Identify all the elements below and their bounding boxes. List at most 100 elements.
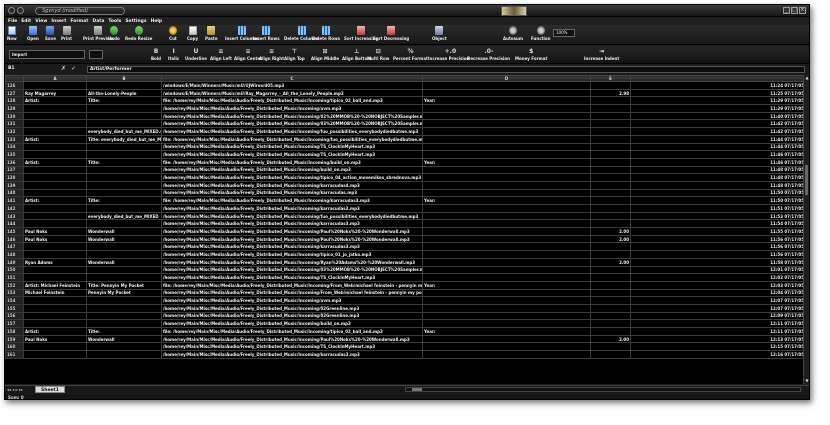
cell[interactable]: Artist: — [23, 327, 87, 336]
cell[interactable]: 2.00 — [590, 227, 631, 236]
sheet-grid[interactable]: ABCDE 126/windows/E/Main/Winners/Music/m… — [5, 75, 805, 384]
menu-data[interactable]: Data — [92, 19, 104, 24]
cell[interactable] — [422, 219, 591, 229]
cell[interactable]: /home/rey/Main/Misc/Media/Audio/Freely_D… — [161, 173, 423, 182]
cell[interactable]: everybody_died_but_me_MIXED — [86, 211, 162, 221]
cell[interactable] — [23, 180, 87, 190]
row-number[interactable]: 161 — [5, 350, 24, 359]
cell[interactable] — [86, 150, 162, 159]
minimize-circle-icon[interactable] — [17, 7, 24, 14]
cell[interactable] — [590, 96, 631, 106]
cell[interactable]: Wonderwall — [86, 257, 162, 267]
cell[interactable]: file: /home/rey/Main/Misc/Media/Audio/Fr… — [161, 134, 423, 144]
cell[interactable] — [422, 234, 591, 244]
cell[interactable] — [422, 104, 591, 113]
cell[interactable] — [590, 273, 631, 282]
toolbar-autosum-button[interactable]: Autosum — [503, 26, 523, 41]
row-number[interactable]: 149 — [5, 257, 24, 267]
cell[interactable] — [23, 319, 87, 328]
cell[interactable] — [590, 165, 631, 175]
cell[interactable] — [23, 273, 87, 282]
cell[interactable]: 11:46 07/17/05 — [630, 157, 805, 167]
cell[interactable]: Michael Feinstein — [23, 288, 87, 298]
row-number[interactable]: 130 — [5, 111, 24, 121]
toolbar-redo-resize-button[interactable]: Redo Resize — [125, 26, 152, 41]
horizontal-scroll-thumb[interactable] — [412, 388, 422, 391]
cell[interactable] — [86, 142, 162, 152]
row-number[interactable]: 151 — [5, 273, 24, 282]
cell[interactable] — [590, 150, 631, 159]
cell[interactable]: 12:03 07/17/05 — [630, 280, 805, 290]
format-percent-format-button[interactable]: % Percent Format — [393, 48, 428, 61]
cell[interactable] — [590, 188, 631, 198]
format-bold-button[interactable]: B Bold — [151, 48, 161, 61]
cell[interactable]: Paul Noks — [23, 334, 87, 344]
cell[interactable]: Artist: — [23, 134, 87, 144]
cell[interactable] — [590, 104, 631, 113]
cell[interactable]: /home/rey/Main/Misc/Media/Audio/Freely_D… — [161, 265, 423, 275]
cell[interactable] — [422, 111, 591, 121]
cell[interactable]: 12:11 07/17/05 — [630, 327, 805, 336]
scroll-down-icon[interactable]: ▼ — [804, 378, 809, 384]
toolbar-sort-decreasing-button[interactable]: Sort Decreasing — [373, 26, 409, 41]
row-number[interactable]: 133 — [5, 134, 24, 144]
cell[interactable]: /home/rey/Main/Misc/Media/Audio/Freely_D… — [161, 111, 423, 121]
cell[interactable] — [590, 296, 631, 305]
cell[interactable] — [86, 342, 162, 352]
row-number[interactable]: 152 — [5, 280, 24, 290]
row-number[interactable]: 129 — [5, 104, 24, 113]
cell[interactable] — [86, 111, 162, 121]
cell[interactable] — [422, 119, 591, 129]
cell[interactable]: /home/rey/Main/Misc/Media/Audio/Freely_D… — [161, 204, 423, 213]
cell[interactable]: Artist: — [23, 196, 87, 205]
cell[interactable]: 11:25 07/17/05 — [630, 88, 805, 98]
cell[interactable] — [590, 288, 631, 298]
cell[interactable] — [86, 273, 162, 282]
sheet-tab[interactable]: Sheet1 — [35, 386, 65, 393]
cell[interactable] — [86, 180, 162, 190]
cell[interactable]: Pennyin My Pocket — [86, 288, 162, 298]
row-number[interactable]: 146 — [5, 234, 24, 244]
cell[interactable]: /home/rey/Main/Misc/Media/Audio/Freely_D… — [161, 273, 423, 282]
cell[interactable] — [422, 173, 591, 182]
cell[interactable]: All-the-Lonely-People — [86, 88, 162, 98]
cell[interactable]: /home/rey/Main/Misc/Media/Audio/Freely_D… — [161, 250, 423, 259]
cell[interactable] — [23, 81, 87, 90]
cell[interactable]: /windows/E/Main/Winners/Music/mU/UJWires… — [161, 81, 423, 90]
cell[interactable] — [86, 350, 162, 359]
cell[interactable] — [590, 303, 631, 313]
cell[interactable]: Ray Magarrey — [23, 88, 87, 98]
format-underline-button[interactable]: U Underline — [185, 48, 207, 61]
cell[interactable]: 12:15 07/17/05 — [630, 342, 805, 352]
cell[interactable]: /home/rey/Main/Misc/Media/Audio/Freely_D… — [161, 311, 423, 321]
cell[interactable] — [23, 111, 87, 121]
cell[interactable]: file: /home/rey/Main/Misc/Media/Audio/Fr… — [161, 96, 423, 106]
cell[interactable] — [422, 334, 591, 344]
cell[interactable] — [590, 211, 631, 221]
menu-insert[interactable]: Insert — [51, 19, 66, 24]
cell[interactable] — [23, 119, 87, 129]
row-number[interactable]: 127 — [5, 88, 24, 98]
taskbar-thumbnail[interactable] — [501, 6, 527, 16]
cell[interactable]: Artist: — [23, 157, 87, 167]
cell[interactable]: /home/rey/Main/Misc/Media/Audio/Freely_D… — [161, 350, 423, 359]
row-number[interactable]: 126 — [5, 81, 24, 90]
cell[interactable]: /home/rey/Main/Misc/Media/Audio/Freely_D… — [161, 234, 423, 244]
format-align-left-button[interactable]: ≡ Align Left — [210, 48, 232, 61]
cell[interactable] — [23, 242, 87, 252]
cell[interactable] — [422, 127, 591, 136]
cell[interactable]: Year: — [422, 327, 591, 336]
cell[interactable] — [422, 134, 591, 144]
cell[interactable] — [86, 188, 162, 198]
cell[interactable] — [422, 257, 591, 267]
cell[interactable]: /home/rey/Main/Misc/Media/Audio/Freely_D… — [161, 257, 423, 267]
toolbar-save-button[interactable]: Save — [45, 26, 56, 41]
cell[interactable] — [23, 250, 87, 259]
cell[interactable] — [86, 319, 162, 328]
close-circle-icon[interactable] — [8, 7, 15, 14]
cell[interactable]: 11:56 07/17/05 — [630, 242, 805, 252]
cell[interactable]: 11:24 07/17/05 — [630, 81, 805, 90]
accept-icon[interactable]: ✓ — [71, 65, 76, 72]
cell[interactable]: 11:51 07/17/05 — [630, 204, 805, 213]
cell[interactable]: Title: — [86, 157, 162, 167]
